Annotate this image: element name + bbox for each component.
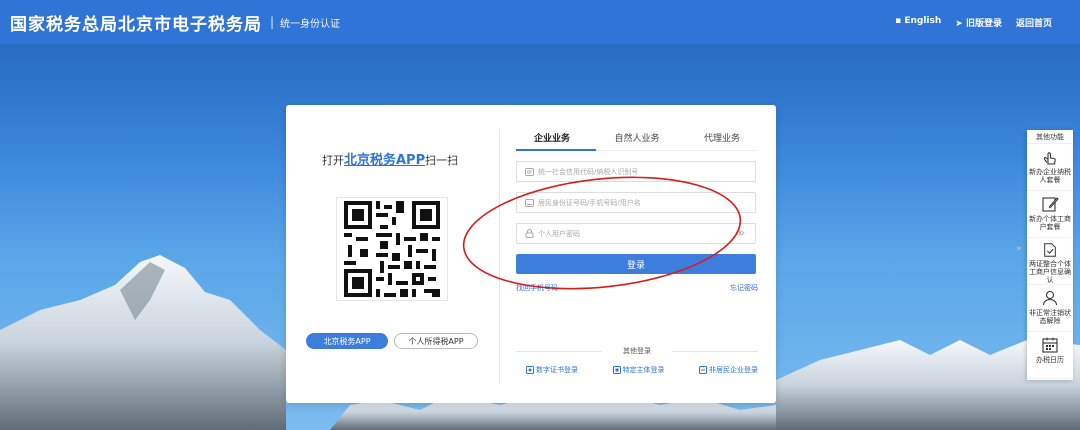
certificate-icon: [526, 366, 534, 374]
side-item-new-enterprise[interactable]: 新办企业纳税人套餐: [1027, 144, 1073, 191]
entity-icon: [612, 366, 621, 374]
active-tab-indicator: [516, 149, 596, 151]
side-function-panel: 其他功能 新办企业纳税人套餐 新办个体工商户套餐 两证整合个体工商户信息确认 非…: [1027, 130, 1073, 380]
hand-pointer-icon: [1043, 152, 1056, 165]
home-link[interactable]: 返回首页: [1016, 16, 1052, 29]
side-item-abnormal-cancel[interactable]: 非正常注销状态解除: [1027, 285, 1073, 332]
top-links: ▪ English ➤ 旧版登录 返回首页: [895, 16, 1052, 29]
digital-certificate-label: 数字证书登录: [536, 366, 578, 374]
side-item-label: 非正常注销状态解除: [1029, 309, 1071, 325]
login-tabs: 企业业务 自然人业务 代理业务: [516, 131, 758, 149]
non-resident-label: 非居民企业登录: [709, 366, 758, 374]
non-resident-icon: [699, 366, 707, 374]
other-login-links: 数字证书登录 特定主体登录 非居民企业登录: [526, 365, 758, 375]
red-ellipse-annotation: [462, 176, 742, 290]
other-login-line-right: [672, 351, 758, 352]
side-item-label: 新办企业纳税人套餐: [1029, 168, 1071, 184]
side-item-tax-calendar[interactable]: 办税日历: [1027, 332, 1073, 379]
beijing-tax-app-button[interactable]: 北京税务APP: [306, 333, 388, 349]
qr-code: [336, 197, 448, 301]
document-check-icon: [1044, 243, 1056, 257]
old-version-label: 旧版登录: [965, 18, 1002, 29]
specific-entity-login-link[interactable]: 特定主体登录: [612, 365, 665, 375]
user-icon: [1042, 290, 1058, 306]
calendar-icon: [1042, 337, 1058, 353]
globe-icon: ▪: [895, 15, 905, 26]
side-item-two-cert-confirm[interactable]: 两证整合个体工商户信息确认: [1027, 238, 1073, 285]
tab-enterprise[interactable]: 企业业务: [516, 131, 588, 149]
side-item-label: 新办个体工商户套餐: [1029, 215, 1071, 231]
side-panel-title: 其他功能: [1027, 130, 1073, 144]
specific-entity-label: 特定主体登录: [622, 366, 665, 374]
qr-code-icon: [344, 201, 440, 297]
personal-income-tax-app-button[interactable]: 个人所得税APP: [394, 333, 478, 349]
scan-app-name[interactable]: 北京税务APP: [344, 153, 425, 168]
site-title: 国家税务总局北京市电子税务局: [10, 14, 262, 35]
english-link[interactable]: ▪ English: [895, 16, 941, 29]
scan-suffix: 扫一扫: [425, 154, 459, 167]
top-bar: 国家税务总局北京市电子税务局 | 统一身份认证 ▪ English ➤ 旧版登录…: [0, 0, 1080, 44]
english-label: English: [904, 15, 942, 26]
edit-icon: [1042, 197, 1059, 212]
non-resident-login-link[interactable]: 非居民企业登录: [699, 365, 758, 375]
scan-instruction: 打开北京税务APP扫一扫: [322, 149, 458, 168]
title-separator: |: [270, 15, 275, 29]
tab-agent[interactable]: 代理业务: [686, 131, 758, 149]
side-item-label: 两证整合个体工商户信息确认: [1029, 260, 1071, 284]
tab-natural-person[interactable]: 自然人业务: [601, 131, 673, 149]
collapse-arrow-icon[interactable]: »: [1016, 244, 1022, 254]
side-item-label: 办税日历: [1036, 356, 1064, 364]
scan-prefix: 打开: [322, 154, 344, 167]
digital-certificate-login-link[interactable]: 数字证书登录: [526, 365, 578, 375]
site-subtitle: 统一身份认证: [280, 18, 341, 30]
send-icon: ➤: [955, 18, 966, 29]
old-version-link[interactable]: ➤ 旧版登录: [955, 16, 1002, 29]
side-item-new-individual[interactable]: 新办个体工商户套餐: [1027, 191, 1073, 238]
